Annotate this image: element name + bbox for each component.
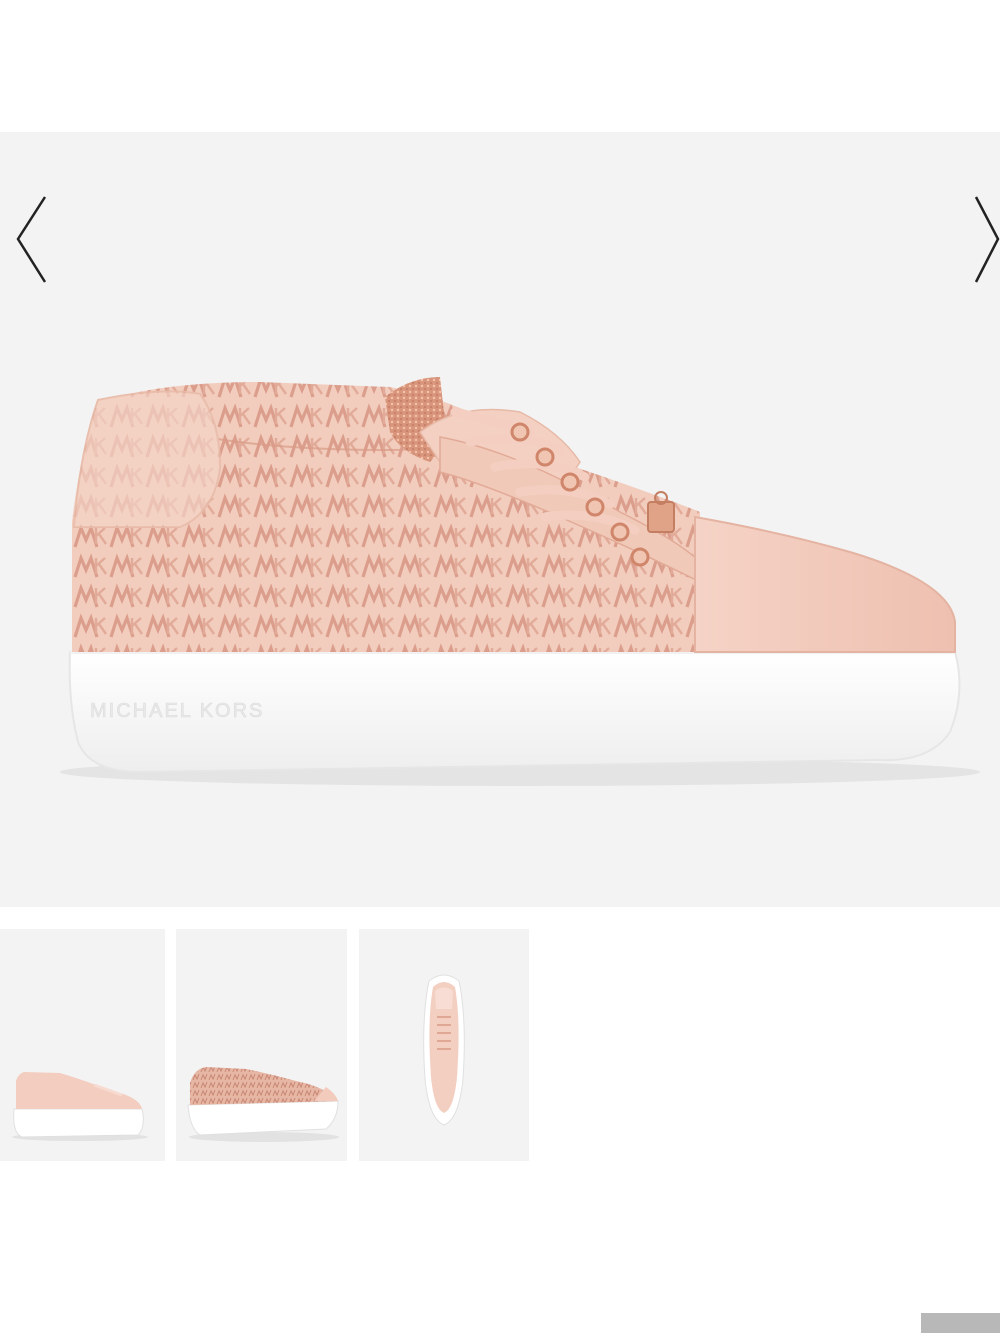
product-gallery-page: MICHAEL KORS [0,0,1000,1333]
corner-scroll-indicator [921,1313,1000,1333]
chevron-right-icon [974,196,1000,283]
prev-image-button[interactable] [10,192,60,287]
thumbnail-top-view[interactable] [359,929,529,1161]
thumbnail-strip [0,929,1000,1161]
sneaker-thumbnail-top [423,974,465,1126]
sole-brand-text: MICHAEL KORS [90,700,264,722]
sneaker-thumbnail-side [12,1072,148,1141]
sneaker-image: MICHAEL KORS [60,377,980,786]
thumbnail-angle-view[interactable] [176,929,347,1161]
main-product-image[interactable]: MICHAEL KORS [0,132,1000,907]
chevron-left-icon [16,196,47,283]
next-image-button[interactable] [968,192,1000,287]
thumbnail-side-view[interactable] [0,929,165,1161]
sneaker-thumbnail-angle [187,1067,339,1142]
top-spacer [0,0,1000,132]
